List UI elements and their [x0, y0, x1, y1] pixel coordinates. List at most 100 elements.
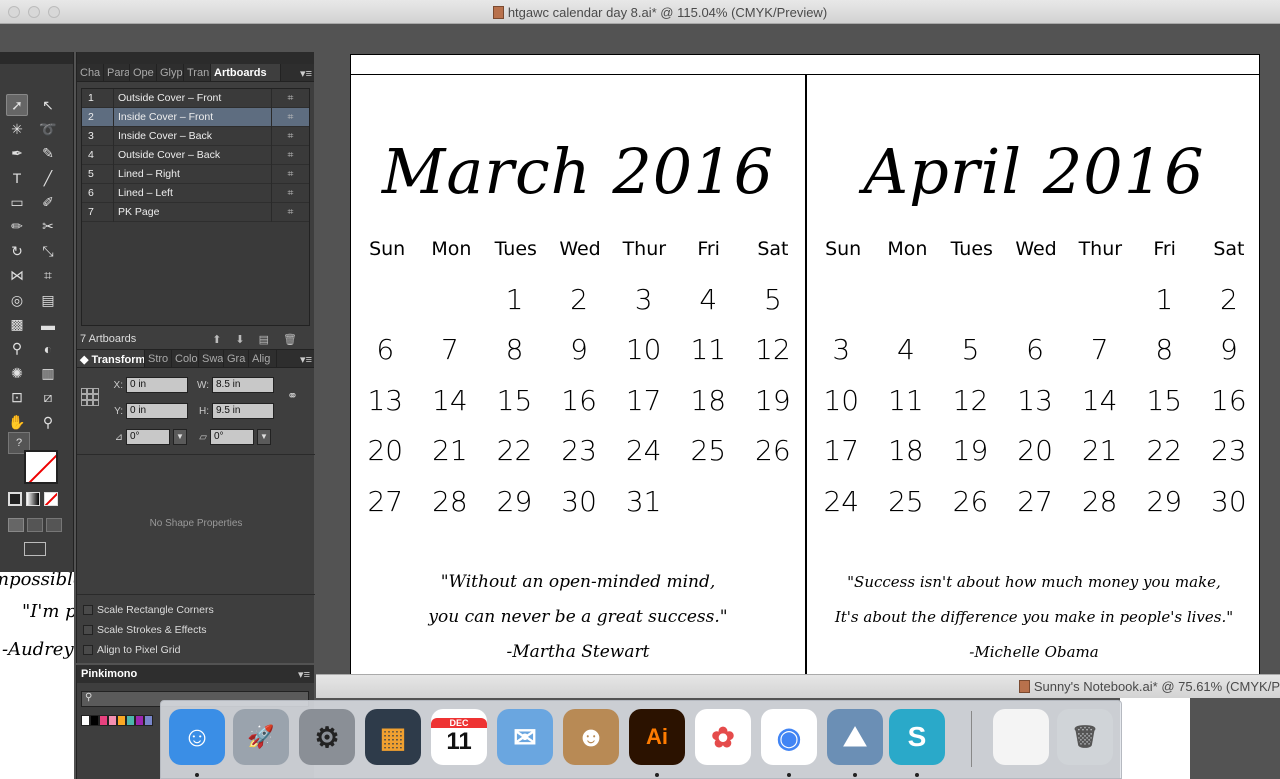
scale-strokes-effects-option[interactable]: Scale Strokes & Effects — [83, 624, 207, 636]
artboard-options-icon[interactable]: ⌗ — [271, 164, 309, 184]
draw-normal-icon[interactable] — [8, 518, 24, 532]
draw-behind-icon[interactable] — [27, 518, 43, 532]
rotate-tool-icon[interactable]: ↻ — [6, 240, 28, 262]
swatch[interactable] — [117, 715, 126, 726]
artboard-options-icon[interactable]: ⌗ — [271, 202, 309, 222]
artboard-name[interactable]: Inside Cover – Front — [114, 111, 271, 123]
zoom-tool-icon[interactable]: ⚲ — [37, 411, 59, 433]
tab-opentype[interactable]: Ope — [130, 64, 157, 81]
tools-panel-header[interactable] — [0, 52, 73, 64]
swatch[interactable] — [99, 715, 108, 726]
swatch[interactable] — [144, 715, 153, 726]
mail-icon[interactable]: ✉ — [497, 709, 553, 765]
finder-icon[interactable]: ☺ — [169, 709, 225, 765]
lasso-tool-icon[interactable]: ➰ — [37, 118, 59, 140]
color-icon[interactable] — [8, 492, 22, 506]
width-tool-icon[interactable]: ⋈ — [6, 265, 28, 287]
slice-tool-icon[interactable]: ⧄ — [37, 387, 59, 409]
document-icon[interactable] — [993, 709, 1049, 765]
tab-character[interactable]: Cha — [77, 64, 104, 81]
artboard-name[interactable]: PK Page — [114, 206, 271, 218]
artboard[interactable]: March 2016 Sun Mon Tues Wed Thur Fri Sat 12345… — [350, 54, 1260, 684]
align-to-pixel-grid-option[interactable]: Align to Pixel Grid — [83, 644, 180, 656]
width-field[interactable]: 8.5 in — [212, 377, 274, 393]
artboard-row[interactable]: 3 Inside Cover – Back ⌗ — [82, 126, 309, 146]
blend-tool-icon[interactable]: ◐ — [37, 338, 59, 360]
artboard-row[interactable]: 5 Lined – Right ⌗ — [82, 164, 309, 184]
gradient-icon[interactable] — [26, 492, 40, 506]
tab-gradient[interactable]: Gra — [224, 350, 249, 367]
move-up-icon[interactable]: ⬆ — [212, 333, 221, 346]
height-field[interactable]: 9.5 in — [212, 403, 274, 419]
mission-control-icon[interactable]: ▦ — [365, 709, 421, 765]
artboard-options-icon[interactable]: ⌗ — [271, 88, 309, 108]
chevron-down-icon[interactable]: ▼ — [173, 429, 187, 445]
tab-stroke[interactable]: Stro — [145, 350, 172, 367]
scale-tool-icon[interactable]: ⤡ — [37, 240, 59, 262]
perspective-grid-tool-icon[interactable]: ▤ — [37, 289, 59, 311]
second-window-title-bar[interactable]: Sunny's Notebook.ai* @ 75.61% (CMYK/P — [316, 674, 1280, 698]
pencil-tool-icon[interactable]: ✏ — [6, 216, 28, 238]
artboard-name[interactable]: Inside Cover – Back — [114, 130, 271, 142]
screen-mode-icon[interactable] — [24, 542, 46, 556]
panel-menu-icon[interactable]: ▾≡ — [298, 668, 310, 681]
artboard-row[interactable]: 1 Outside Cover – Front ⌗ — [82, 88, 309, 108]
artboard-row[interactable]: 4 Outside Cover – Back ⌗ — [82, 145, 309, 165]
tab-artboards[interactable]: Artboards — [211, 64, 281, 81]
mesh-tool-icon[interactable]: ▩ — [6, 314, 28, 336]
constrain-proportions-icon[interactable]: ⚭ — [287, 388, 298, 404]
trash-icon[interactable]: 🗑 — [1057, 709, 1113, 765]
type-tool-icon[interactable]: T — [6, 167, 28, 189]
move-down-icon[interactable]: ⬇ — [235, 333, 244, 346]
swatch[interactable] — [135, 715, 144, 726]
column-graph-tool-icon[interactable]: ▥ — [37, 362, 59, 384]
artboard-row[interactable]: 7 PK Page ⌗ — [82, 202, 309, 222]
gradient-tool-icon[interactable]: ▬ — [37, 314, 59, 336]
illustrator-icon[interactable]: Ai — [629, 709, 685, 765]
artboard-options-icon[interactable]: ⌗ — [271, 107, 309, 127]
artboard-options-icon[interactable]: ⌗ — [271, 126, 309, 146]
checkbox[interactable] — [83, 605, 93, 615]
panel-menu-icon[interactable]: ▾≡ — [297, 64, 314, 81]
artboard-name[interactable]: Outside Cover – Back — [114, 149, 271, 161]
rectangle-tool-icon[interactable]: ▭ — [6, 192, 28, 214]
artboard-name[interactable]: Lined – Left — [114, 187, 271, 199]
pen-tool-icon[interactable]: ✒ — [6, 143, 28, 165]
background-document[interactable]: mpossible, "I'm p -Audrey — [0, 565, 74, 779]
silhouette-studio-icon[interactable]: S — [889, 709, 945, 765]
calendar-app-icon[interactable]: DEC 11 — [431, 709, 487, 765]
tab-color[interactable]: Colo — [172, 350, 199, 367]
reference-point-icon[interactable] — [81, 388, 99, 406]
artboard-row[interactable]: 6 Lined – Left ⌗ — [82, 183, 309, 203]
swatch[interactable] — [90, 715, 99, 726]
launchpad-icon[interactable]: 🚀 — [233, 709, 289, 765]
fill-stroke-swatch[interactable] — [24, 450, 58, 484]
tab-swatches[interactable]: Swa — [199, 350, 224, 367]
paintbrush-tool-icon[interactable]: ✐ — [37, 192, 59, 214]
scale-rectangle-corners-option[interactable]: Scale Rectangle Corners — [83, 604, 214, 616]
swatch[interactable] — [126, 715, 135, 726]
new-artboard-icon[interactable]: ▤ — [259, 333, 269, 346]
eyedropper-tool-icon[interactable]: ⚲ — [6, 338, 28, 360]
artboard-tool-icon[interactable]: ⊡ — [6, 387, 28, 409]
x-field[interactable]: 0 in — [126, 377, 188, 393]
line-tool-icon[interactable]: ╱ — [37, 167, 59, 189]
shear-field[interactable]: 0° — [210, 429, 254, 445]
checkbox[interactable] — [83, 645, 93, 655]
artboard-options-icon[interactable]: ⌗ — [271, 183, 309, 203]
direct-selection-tool-icon[interactable]: ↖ — [37, 94, 59, 116]
none-icon[interactable] — [44, 492, 58, 506]
scissors-tool-icon[interactable]: ✂ — [37, 216, 59, 238]
hand-tool-icon[interactable]: ✋ — [6, 411, 28, 433]
checkbox[interactable] — [83, 625, 93, 635]
swatch[interactable] — [108, 715, 117, 726]
panel-menu-icon[interactable]: ▾≡ — [297, 350, 314, 367]
artboard-options-icon[interactable]: ⌗ — [271, 145, 309, 165]
free-transform-tool-icon[interactable]: ⌗ — [37, 265, 59, 287]
artboard-row[interactable]: 2 Inside Cover – Front ⌗ — [82, 107, 309, 127]
rotate-field[interactable]: 0° — [126, 429, 170, 445]
curvature-tool-icon[interactable]: ✎ — [37, 143, 59, 165]
draw-inside-icon[interactable] — [46, 518, 62, 532]
magic-wand-tool-icon[interactable]: ✳ — [6, 118, 28, 140]
chrome-icon[interactable]: ◉ — [761, 709, 817, 765]
